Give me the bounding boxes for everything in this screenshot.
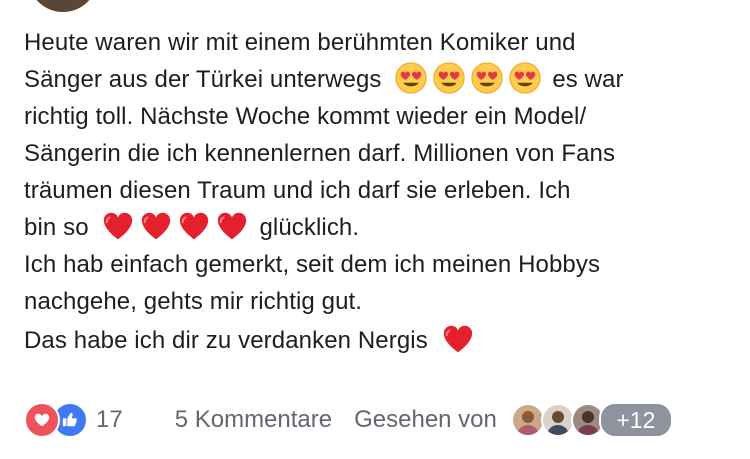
heart-eyes-emoji: [470, 61, 504, 95]
post-line: Sängerin die ich kennenlernen darf. Mill…: [24, 140, 616, 167]
post-line: Sänger aus der Türkei unterwegs: [24, 66, 382, 93]
red-heart-emoji: [441, 322, 475, 356]
viewer-avatar: [510, 403, 545, 437]
heart-eyes-emoji-group: [394, 61, 542, 98]
red-heart-emoji: [101, 209, 135, 243]
heart-eyes-emoji: [508, 61, 542, 95]
post-line: glücklich.: [259, 214, 360, 241]
seen-by-label[interactable]: Gesehen von: [354, 406, 497, 434]
post-line: bin so: [24, 214, 89, 241]
post-paragraph-1: Heute waren wir mit einem berühmten Komi…: [24, 24, 730, 320]
heart-eyes-emoji: [394, 61, 428, 95]
love-reaction-icon: [24, 402, 60, 438]
red-heart-emoji: [177, 209, 211, 243]
post-body: Heute waren wir mit einem berühmten Komi…: [24, 24, 730, 359]
reaction-count: 17: [96, 406, 123, 433]
post-line: richtig toll. Nächste Woche kommt wieder…: [24, 103, 587, 130]
more-viewers-badge[interactable]: +12: [598, 402, 673, 438]
post-line: nachgehe, gehts mir richtig gut.: [24, 288, 363, 315]
heart-eyes-emoji: [432, 61, 466, 95]
reactions-summary[interactable]: 17: [24, 402, 123, 438]
seen-by-avatars[interactable]: +12: [510, 402, 673, 438]
red-heart-emoji: [215, 209, 249, 243]
post-footer: 17 5 Kommentare Gesehen von +12: [24, 400, 730, 440]
post-paragraph-2: Das habe ich dir zu verdanken Nergis: [24, 322, 730, 359]
viewer-avatar: [540, 403, 575, 437]
post-line: Ich hab einfach gemerkt, seit dem ich me…: [24, 251, 601, 278]
red-heart-emoji: [139, 209, 173, 243]
comments-link[interactable]: 5 Kommentare: [175, 406, 332, 434]
post-line: es war: [552, 66, 624, 93]
post-line: Das habe ich dir zu verdanken Nergis: [24, 327, 428, 354]
post-line: träumen diesen Traum und ich darf sie er…: [24, 177, 571, 204]
red-heart-emoji-group: [101, 209, 249, 246]
author-avatar[interactable]: [28, 0, 98, 12]
post-line: Heute waren wir mit einem berühmten Komi…: [24, 29, 576, 56]
